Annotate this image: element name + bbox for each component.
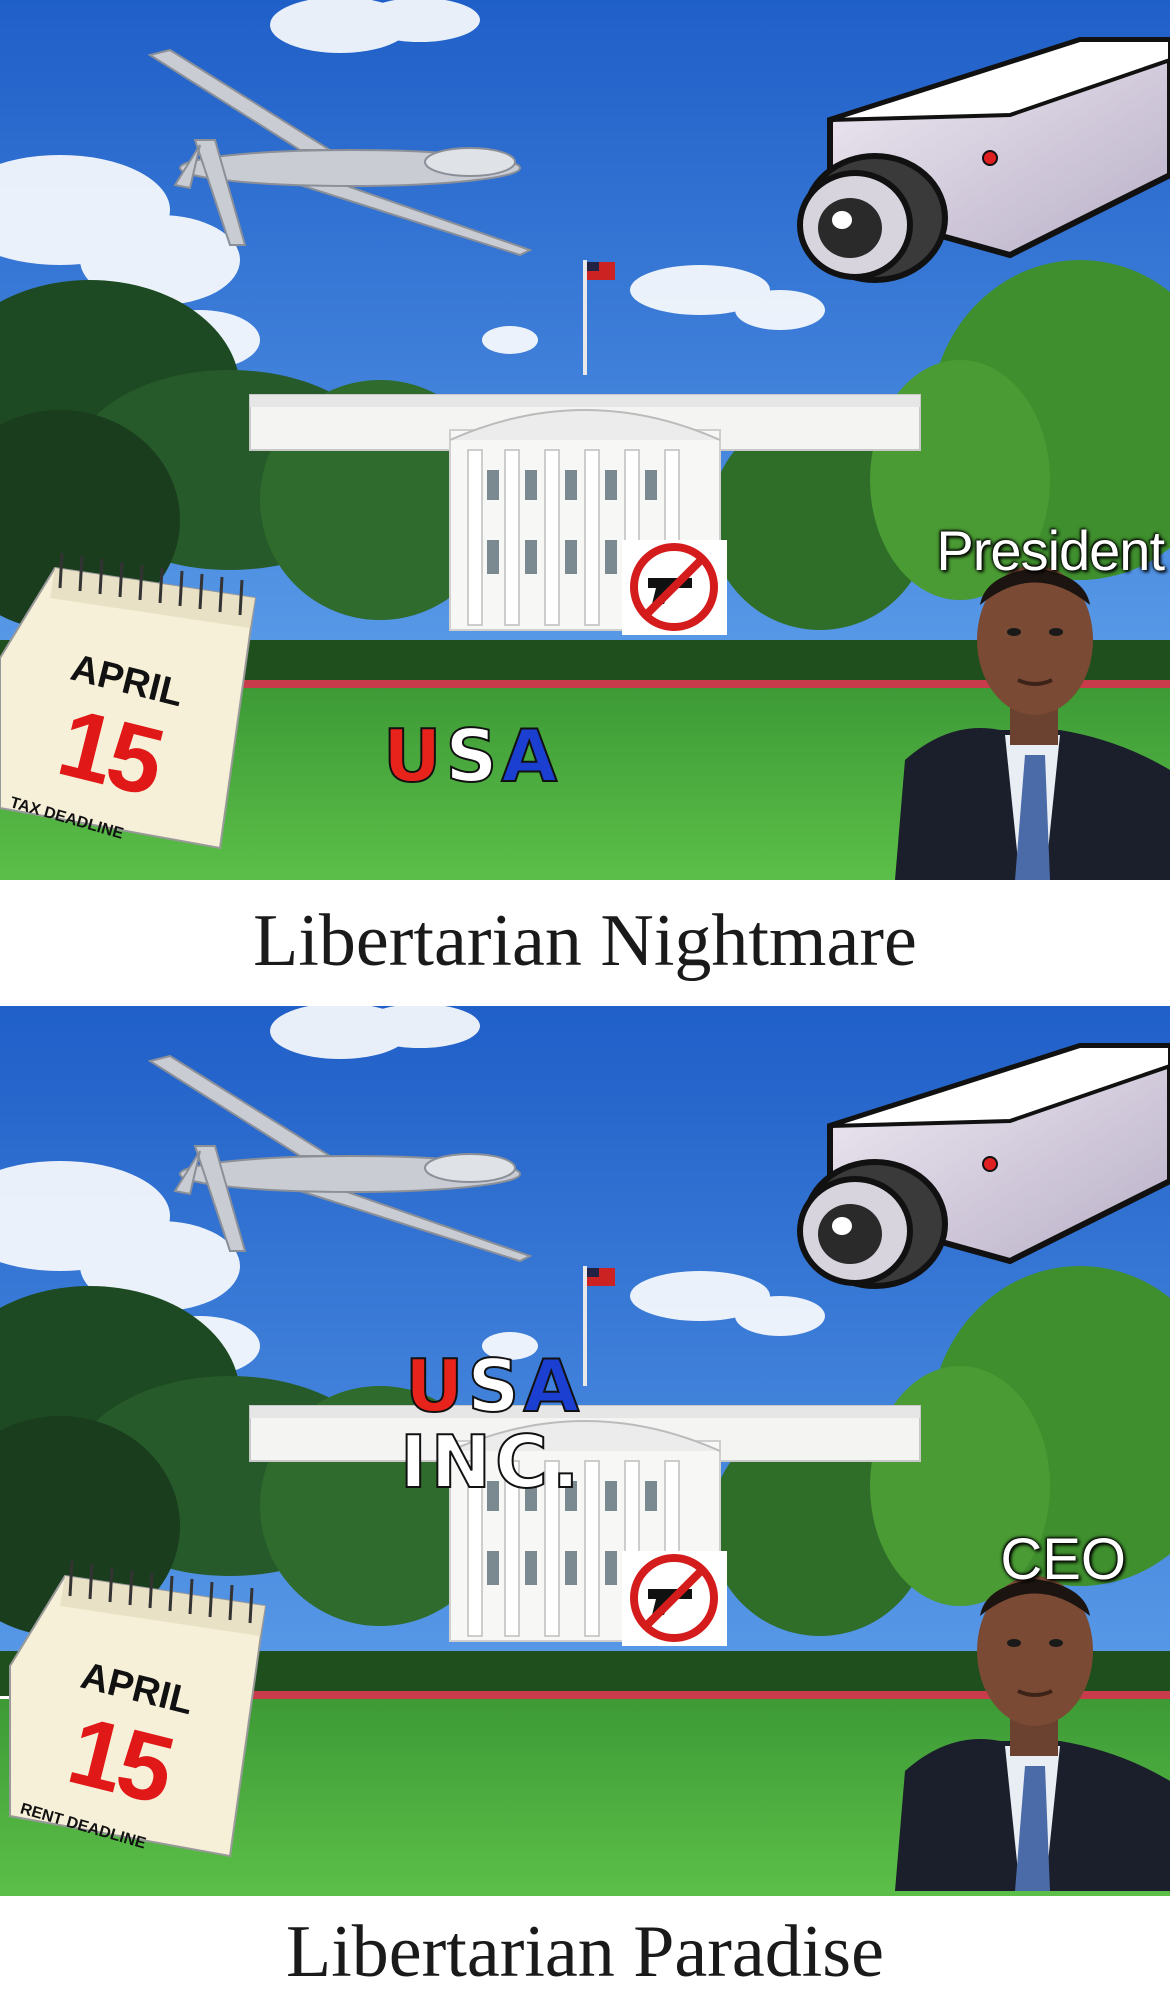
meme-panel-top: APRIL 15 TAX DEADLINE USA President: [0, 0, 1170, 880]
usa-logo: USA: [382, 719, 561, 793]
role-label: CEO: [1000, 1527, 1126, 1592]
usa-letter-a: A: [522, 1344, 584, 1428]
no-guns-sign-icon: [622, 1551, 727, 1646]
white-house-scene: [0, 0, 1170, 880]
role-label: President: [936, 519, 1165, 582]
caption-top: Libertarian Nightmare: [253, 900, 917, 982]
meme-panel-bottom: APRIL 15 RENT DEADLINE USA INC. CEO: [0, 1006, 1170, 1896]
usa-letter-s: S: [444, 714, 502, 798]
usa-logo: USA: [404, 1349, 583, 1423]
usa-letter-u: U: [404, 1344, 468, 1428]
inc-logo: INC.: [399, 1420, 584, 1504]
usa-letter-u: U: [382, 714, 446, 798]
usa-letter-a: A: [500, 714, 562, 798]
usa-letter-s: S: [466, 1344, 524, 1428]
caption-bottom: Libertarian Paradise: [286, 1911, 884, 1989]
white-house-scene: [0, 1006, 1170, 1896]
no-guns-sign-icon: [622, 540, 727, 635]
